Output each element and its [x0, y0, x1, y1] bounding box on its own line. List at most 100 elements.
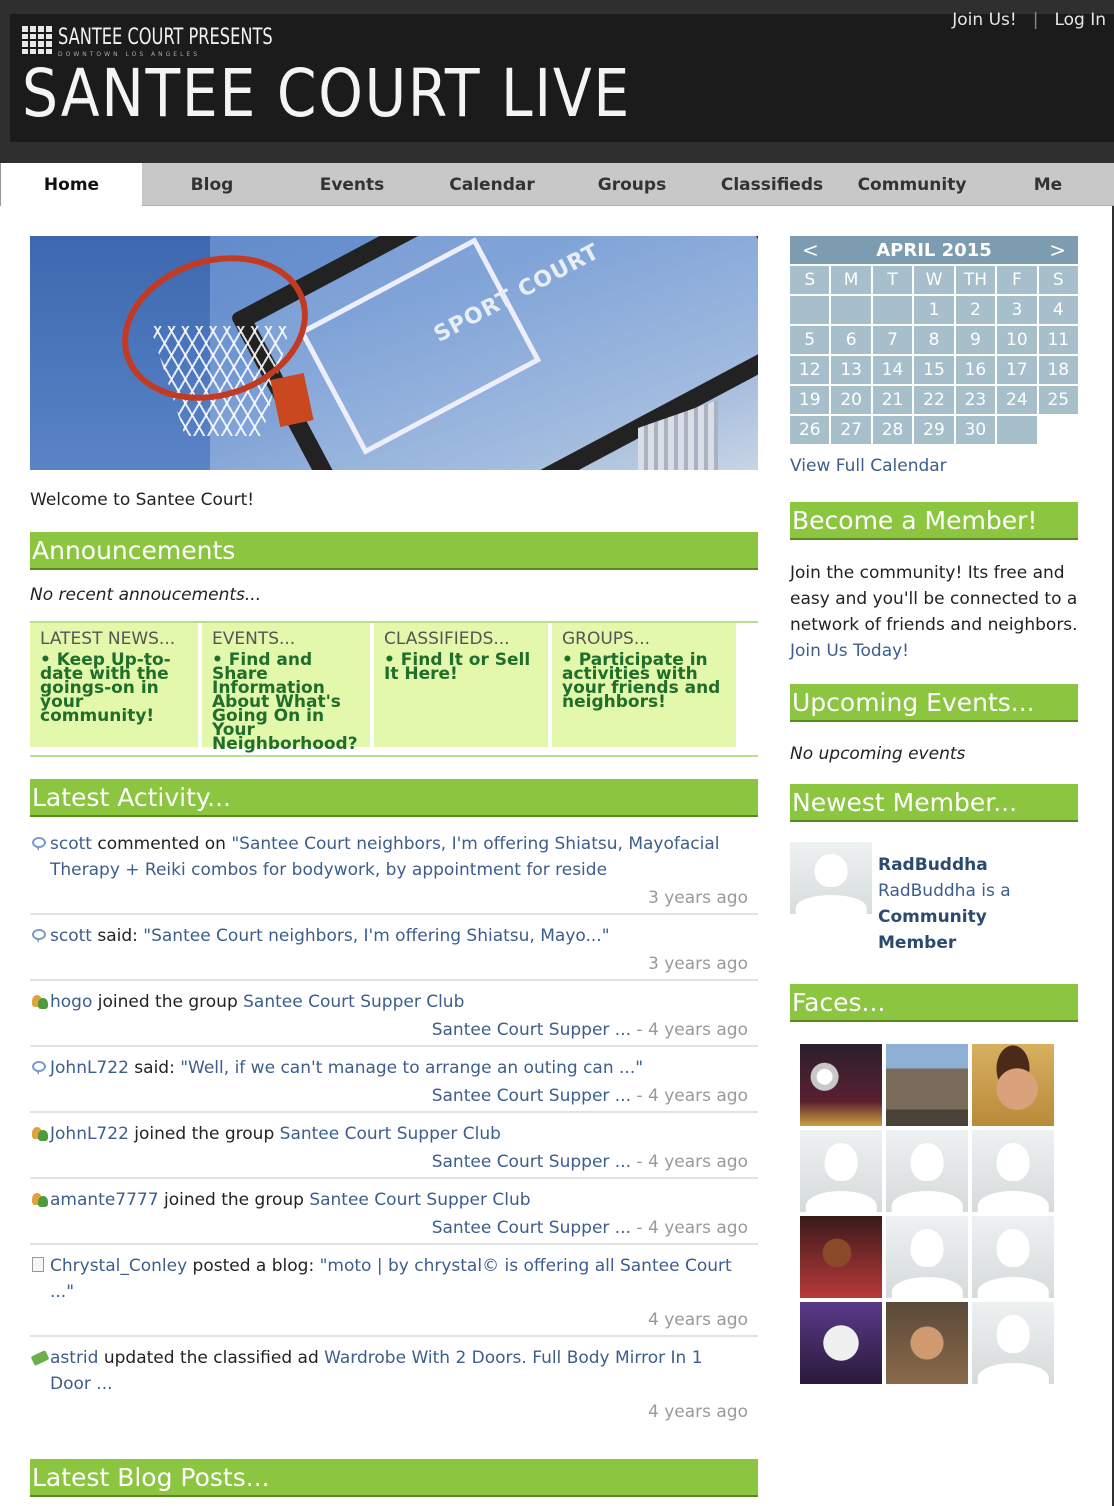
hero-image: SPORT COURT [30, 236, 758, 470]
tab-classifieds[interactable]: Classifieds [702, 163, 842, 206]
activity-user[interactable]: JohnL722 [50, 1058, 129, 1078]
calendar-day[interactable]: 23 [955, 386, 996, 414]
activity-time: 4 years ago [647, 1152, 748, 1172]
member-face-thumbnail[interactable] [886, 1216, 968, 1298]
member-face-thumbnail[interactable] [800, 1216, 882, 1298]
promo-latest-news: LATEST NEWS... Keep Up-to-date with the … [30, 623, 200, 747]
calendar-day[interactable]: 2 [955, 296, 996, 324]
calendar-day[interactable]: 12 [790, 356, 830, 384]
promo-link[interactable]: Find It or Sell It Here! [384, 652, 548, 683]
calendar-day[interactable]: 18 [1038, 356, 1078, 384]
member-face-thumbnail[interactable] [800, 1302, 882, 1384]
calendar-day[interactable]: 29 [914, 416, 954, 444]
activity-group-link[interactable]: Santee Court Supper ... [432, 1152, 631, 1172]
calendar-grid: S M T W TH F S 1 2 3 4 5 6 7 8 9 10 11 12 13 14 15 16 17 18 19 20 2… [790, 266, 1078, 444]
promo-link[interactable]: Keep Up-to-date with the goings-on in yo… [40, 652, 198, 725]
activity-user[interactable]: hogo [50, 992, 92, 1012]
calendar-month: APRIL 2015 [876, 239, 992, 261]
calendar-day[interactable]: 27 [831, 416, 871, 444]
member-face-thumbnail[interactable] [800, 1130, 882, 1212]
calendar-day[interactable]: 17 [997, 356, 1037, 384]
calendar-day[interactable]: 10 [997, 326, 1037, 354]
activity-item: JohnL722 joined the group Santee Court S… [30, 1121, 758, 1179]
member-face-thumbnail[interactable] [800, 1044, 882, 1126]
newest-member-heading: Newest Member... [790, 784, 1078, 822]
activity-user[interactable]: Chrystal_Conley [50, 1256, 187, 1276]
calendar-day[interactable]: 5 [790, 326, 830, 354]
activity-link[interactable]: Santee Court Supper Club [243, 992, 464, 1012]
activity-user[interactable]: scott [50, 834, 92, 854]
calendar-day[interactable]: 21 [872, 386, 913, 414]
activity-action: said: [91, 926, 144, 946]
calendar-day[interactable]: 7 [872, 326, 913, 354]
member-face-thumbnail[interactable] [972, 1216, 1054, 1298]
promo-groups: GROUPS... Participate in activities with… [552, 623, 738, 747]
member-face-thumbnail[interactable] [972, 1130, 1054, 1212]
activity-group-link[interactable]: Santee Court Supper ... [432, 1086, 631, 1106]
activity-group-link[interactable]: Santee Court Supper ... [432, 1218, 631, 1238]
calendar-day[interactable]: 11 [1038, 326, 1078, 354]
view-full-calendar-link[interactable]: View Full Calendar [790, 456, 1078, 476]
calendar-day[interactable]: 9 [955, 326, 996, 354]
calendar-day[interactable]: 25 [1038, 386, 1078, 414]
member-face-thumbnail[interactable] [886, 1130, 968, 1212]
activity-link[interactable]: Santee Court Supper Club [280, 1124, 501, 1144]
calendar-day[interactable]: 13 [831, 356, 871, 384]
calendar-day[interactable]: 28 [872, 416, 913, 444]
calendar-day[interactable]: 22 [914, 386, 954, 414]
tab-calendar[interactable]: Calendar [422, 163, 562, 206]
activity-user[interactable]: astrid [50, 1348, 98, 1368]
calendar-day[interactable]: 20 [831, 386, 871, 414]
avatar[interactable] [790, 842, 872, 914]
calendar-day[interactable]: 1 [914, 296, 954, 324]
tab-groups[interactable]: Groups [562, 163, 702, 206]
header-banner: SANTEE COURT PRESENTS DOWNTOWN LOS ANGEL… [10, 14, 1114, 142]
tab-home[interactable]: Home [0, 163, 142, 206]
activity-link[interactable]: "Santee Court neighbors, I'm offering Sh… [143, 926, 609, 946]
member-face-thumbnail[interactable] [886, 1302, 968, 1384]
tab-events[interactable]: Events [282, 163, 422, 206]
calendar-day[interactable]: 15 [914, 356, 954, 384]
newest-member: RadBuddha RadBuddha is a Community Membe… [790, 842, 1078, 962]
calendar-empty-cell [831, 296, 871, 324]
calendar-day[interactable]: 24 [997, 386, 1037, 414]
calendar-day[interactable]: 8 [914, 326, 954, 354]
log-in-link[interactable]: Log In [1054, 10, 1106, 30]
newest-member-name[interactable]: RadBuddha [878, 855, 988, 875]
activity-action: joined the group [158, 1190, 310, 1210]
activity-user[interactable]: JohnL722 [50, 1124, 129, 1144]
prev-month-button[interactable]: < [802, 238, 819, 262]
calendar-day[interactable]: 14 [872, 356, 913, 384]
calendar-weekday: T [872, 266, 913, 294]
calendar-day[interactable]: 26 [790, 416, 830, 444]
calendar-day[interactable]: 16 [955, 356, 996, 384]
join-us-link[interactable]: Join Us! [952, 10, 1016, 30]
member-face-thumbnail[interactable] [972, 1302, 1054, 1384]
calendar-day[interactable]: 4 [1038, 296, 1078, 324]
promo-title: LATEST NEWS... [40, 629, 176, 649]
calendar-day[interactable]: 6 [831, 326, 871, 354]
next-month-button[interactable]: > [1049, 238, 1066, 262]
activity-action: said: [128, 1058, 181, 1078]
activity-action: updated the classified ad [98, 1348, 325, 1368]
activity-link[interactable]: Santee Court Supper Club [309, 1190, 530, 1210]
tab-community[interactable]: Community [842, 163, 982, 206]
calendar-day[interactable]: 30 [955, 416, 996, 444]
member-face-thumbnail[interactable] [886, 1044, 968, 1126]
promo-link[interactable]: Participate in activities with your frie… [562, 652, 736, 711]
promo-link[interactable]: Find and Share Information About What's … [212, 652, 370, 753]
activity-link[interactable]: "Well, if we can't manage to arrange an … [180, 1058, 643, 1078]
activity-user[interactable]: amante7777 [50, 1190, 159, 1210]
presents-logo[interactable]: SANTEE COURT PRESENTS [22, 26, 320, 54]
calendar-day[interactable]: 19 [790, 386, 830, 414]
tab-me[interactable]: Me [982, 163, 1114, 206]
tab-blog[interactable]: Blog [142, 163, 282, 206]
member-face-thumbnail[interactable] [972, 1044, 1054, 1126]
calendar-day[interactable]: 3 [997, 296, 1037, 324]
main-column: SPORT COURT Welcome to Santee Court! Ann… [30, 236, 758, 1497]
activity-user[interactable]: scott [50, 926, 92, 946]
activity-group-link[interactable]: Santee Court Supper ... [432, 1020, 631, 1040]
comment-icon [32, 837, 46, 851]
site-title[interactable]: SANTEE COURT LIVE [22, 52, 631, 136]
join-us-today-link[interactable]: Join Us Today! [790, 641, 909, 661]
